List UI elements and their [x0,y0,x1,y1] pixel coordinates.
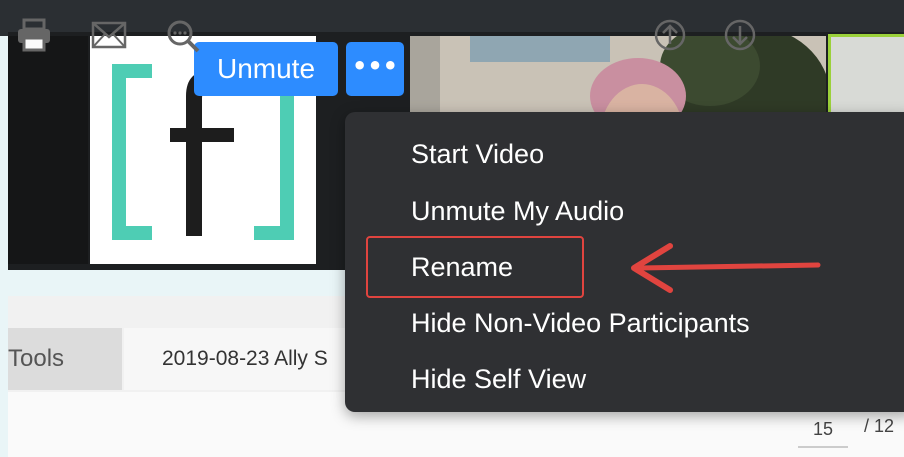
mail-icon[interactable] [90,18,130,49]
right-arrow-indicator-icon [622,240,822,301]
video-tile-dark[interactable] [8,36,88,264]
tab-tools[interactable]: Tools [8,328,122,390]
zoom-search-icon[interactable] [164,18,204,53]
window-top-bar [0,0,904,36]
menu-item-hide-self-view[interactable]: Hide Self View [411,357,586,401]
menu-item-hide-non-video-participants[interactable]: Hide Non-Video Participants [411,301,750,345]
arrow-up-circle-icon[interactable] [652,18,692,51]
arrow-down-circle-icon[interactable] [722,18,762,51]
menu-item-start-video[interactable]: Start Video [411,132,544,176]
more-options-button[interactable]: ••• [346,42,404,96]
screenshot-frame: Unmute ••• Tools 2019-08-23 Ally S 15 / … [0,0,904,457]
page-number-input[interactable] [798,412,848,448]
rename-highlight-box [366,236,584,298]
unmute-button[interactable]: Unmute [194,42,338,96]
menu-item-unmute-my-audio[interactable]: Unmute My Audio [411,189,624,233]
page-total: / 12 [864,416,895,436]
printer-icon[interactable] [14,18,54,52]
